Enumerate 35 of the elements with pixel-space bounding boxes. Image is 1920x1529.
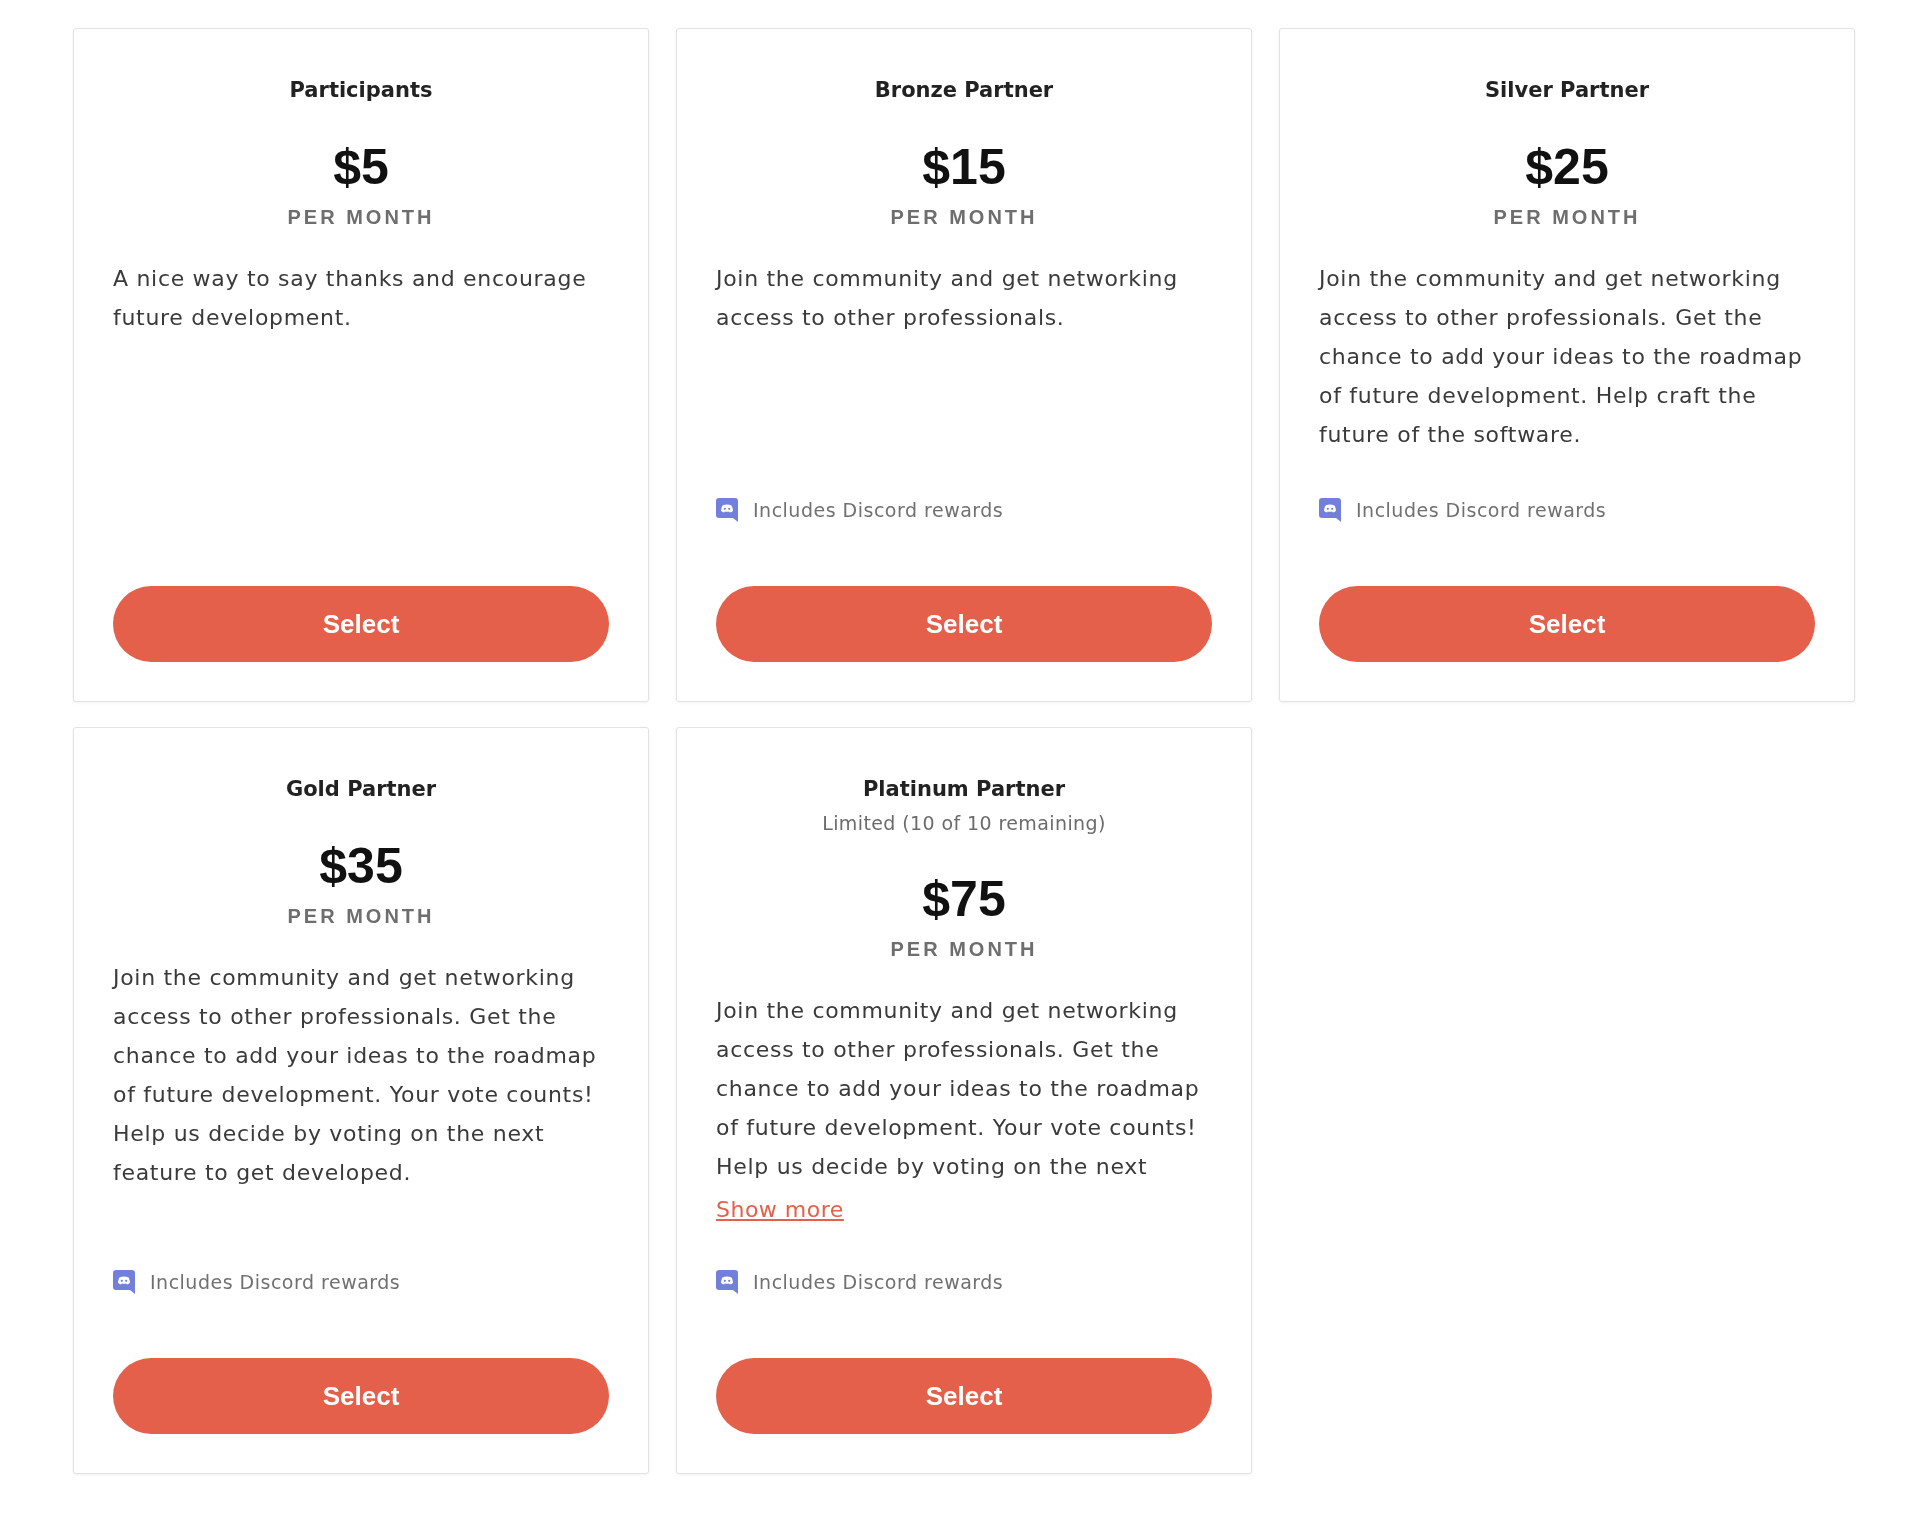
select-button[interactable]: Select bbox=[1319, 586, 1815, 662]
billing-period: PER MONTH bbox=[1493, 205, 1641, 229]
billing-period: PER MONTH bbox=[890, 937, 1038, 961]
tier-price: $25 bbox=[1525, 139, 1609, 195]
tier-description: Join the community and get networking access to other professionals. Get the chance to add your ideas to the roadmap of future development. Your vote counts! Help us decide by voting on the next bbox=[716, 997, 1201, 1181]
billing-period: PER MONTH bbox=[890, 205, 1038, 229]
tier-name: Platinum Partner bbox=[862, 776, 1065, 802]
billing-period: PER MONTH bbox=[287, 205, 435, 229]
chat-bubble-icon bbox=[716, 1270, 738, 1294]
tier-description: Join the community and get networking access to other professionals. bbox=[716, 265, 1179, 332]
tier-name: Participants bbox=[289, 77, 433, 103]
chat-bubble-icon bbox=[716, 498, 738, 522]
perk-label: Includes Discord rewards bbox=[1356, 498, 1607, 522]
tier-price: $35 bbox=[319, 838, 403, 894]
show-more-link[interactable]: Show more bbox=[716, 1194, 844, 1226]
tier-price: $5 bbox=[333, 139, 389, 195]
billing-period: PER MONTH bbox=[287, 904, 435, 928]
tier-name: Silver Partner bbox=[1484, 77, 1650, 103]
tier-description: A nice way to say thanks and encourage future development. bbox=[113, 265, 588, 332]
tier-price: $75 bbox=[922, 871, 1006, 927]
tier-name: Bronze Partner bbox=[874, 77, 1054, 103]
select-button[interactable]: Select bbox=[113, 586, 609, 662]
availability-note: Limited (10 of 10 remaining) bbox=[822, 811, 1106, 835]
chat-bubble-icon bbox=[1319, 498, 1341, 522]
select-button[interactable]: Select bbox=[113, 1358, 609, 1434]
tier-name: Gold Partner bbox=[285, 776, 437, 802]
perk-label: Includes Discord rewards bbox=[753, 1270, 1004, 1294]
tier-description: Join the community and get networking access to other professionals. Get the chance to add your ideas to the roadmap of future development. Help craft the future of the software. bbox=[1319, 265, 1804, 449]
perk-label: Includes Discord rewards bbox=[753, 498, 1004, 522]
tier-description: Join the community and get networking access to other professionals. Get the chance to add your ideas to the roadmap of future development. Your vote counts! Help us decide by voting on the next feature to get developed. bbox=[113, 964, 598, 1187]
perk-label: Includes Discord rewards bbox=[150, 1270, 401, 1294]
select-button[interactable]: Select bbox=[716, 1358, 1212, 1434]
tier-price: $15 bbox=[922, 139, 1006, 195]
chat-bubble-icon bbox=[113, 1270, 135, 1294]
select-button[interactable]: Select bbox=[716, 586, 1212, 662]
